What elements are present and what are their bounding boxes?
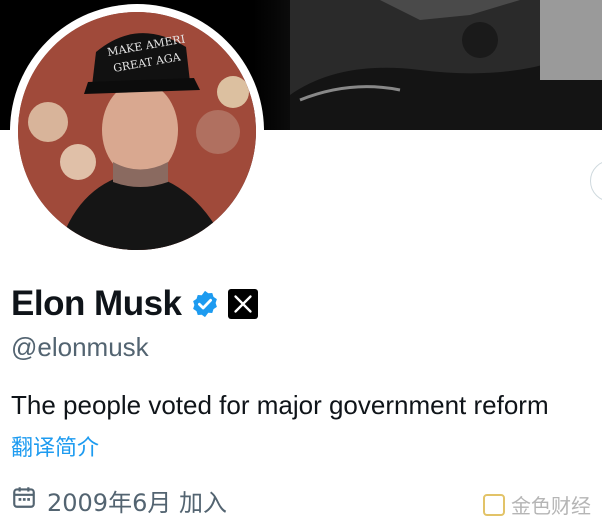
watermark-logo-icon (483, 493, 505, 516)
x-logo-icon[interactable] (227, 289, 258, 319)
joined-text: 2009年6月 加入 (47, 488, 227, 517)
name-row: Elon Musk (11, 280, 258, 328)
watermark-text: 金色财经 (511, 494, 591, 518)
profile-action-button[interactable] (590, 160, 602, 202)
verified-badge-icon[interactable] (190, 289, 220, 319)
joined-date: 2009年6月 加入 (11, 483, 227, 517)
user-handle: @elonmusk (11, 332, 149, 362)
display-name: Elon Musk (11, 284, 182, 323)
calendar-icon (11, 484, 37, 516)
translate-bio-link[interactable]: 翻译简介 (11, 430, 99, 462)
bio-text: The people voted for major government re… (11, 390, 549, 420)
watermark: 金色财经 (483, 490, 591, 519)
avatar-photo: MAKE AMERI GREAT AGA (18, 12, 256, 250)
avatar[interactable]: MAKE AMERI GREAT AGA (18, 12, 256, 250)
